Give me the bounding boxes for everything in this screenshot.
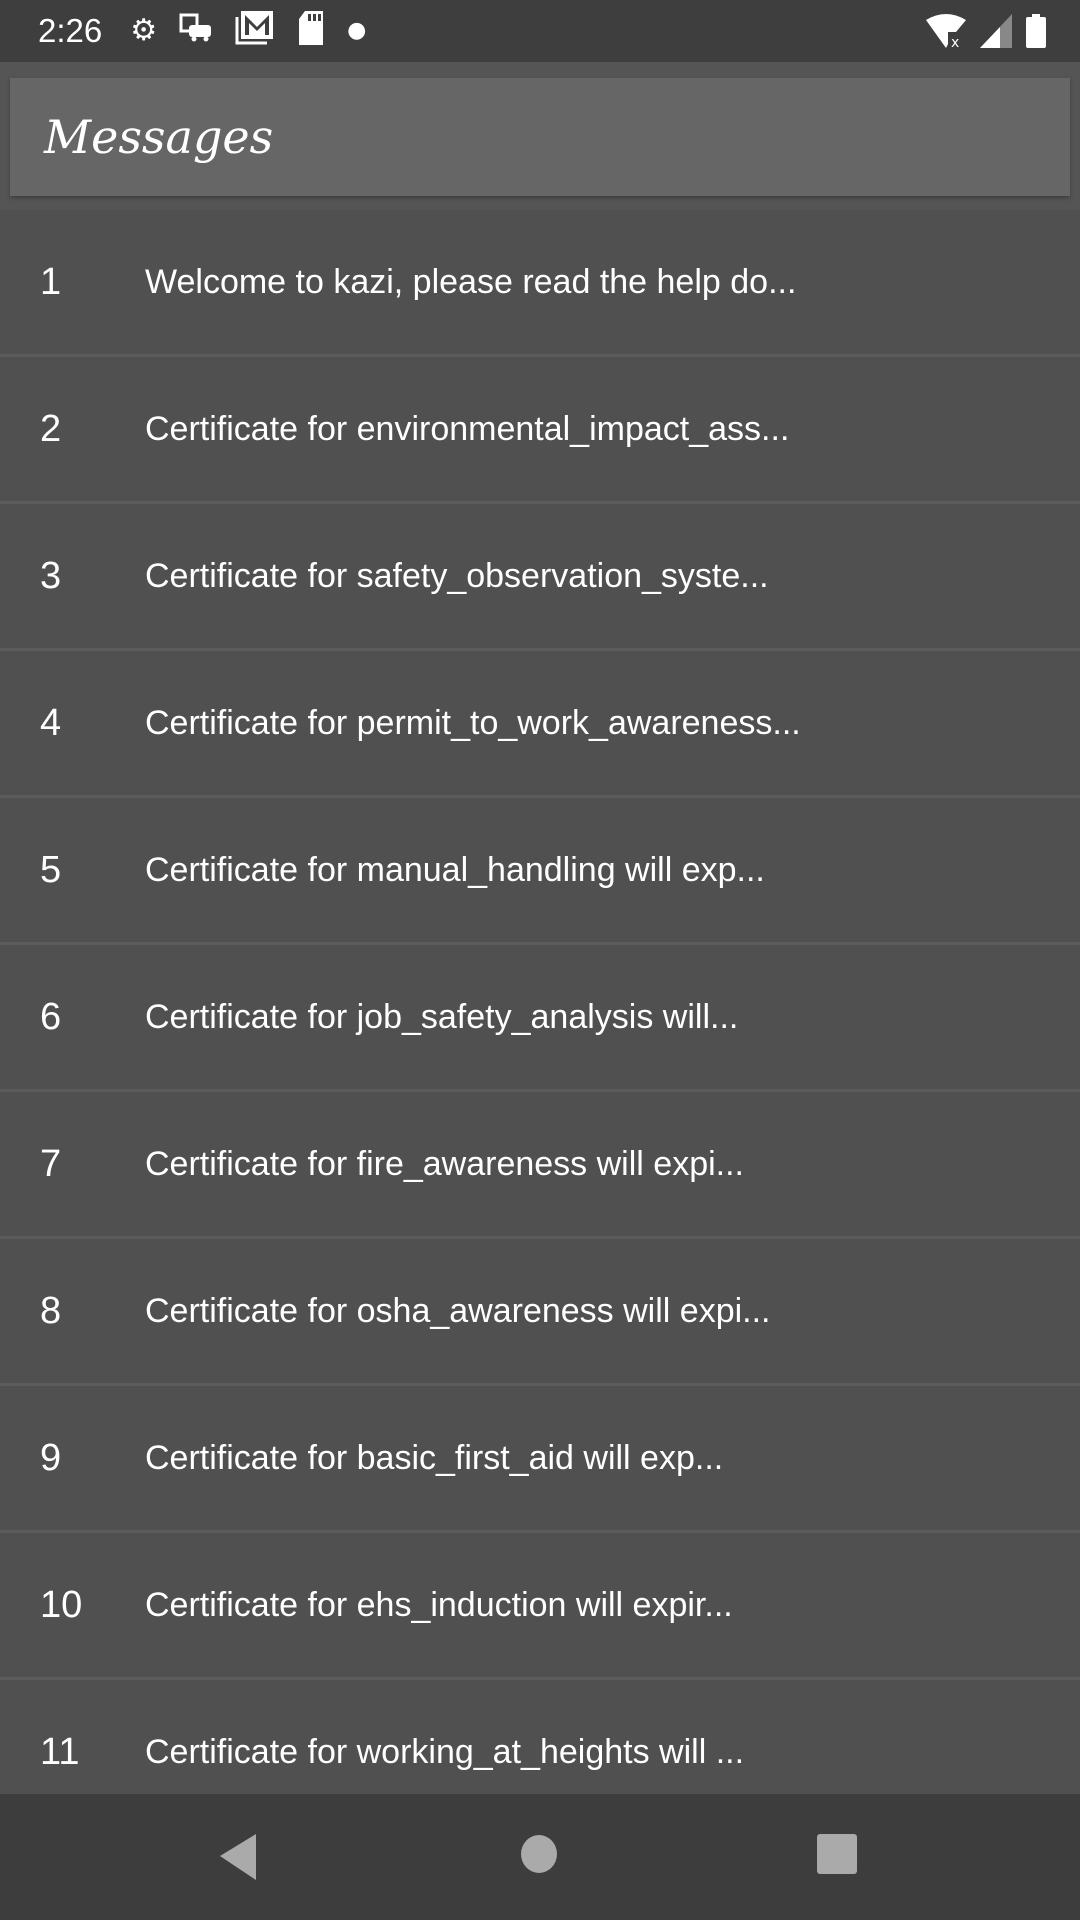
message-text: Certificate for ehs_induction will expir… xyxy=(145,1585,733,1624)
message-row[interactable]: 7 Certificate for fire_awareness will exp… xyxy=(0,1092,1080,1239)
svg-text:x: x xyxy=(951,35,959,48)
message-row[interactable]: 2 Certificate for environmental_impact_as… xyxy=(0,357,1080,504)
message-text: Certificate for safety_observation_syste… xyxy=(145,556,769,595)
status-bar: 2:26 ⚙ ● x xyxy=(0,0,1080,62)
message-row[interactable]: 8 Certificate for osha_awareness will exp… xyxy=(0,1239,1080,1386)
message-row[interactable]: 5 Certificate for manual_handling will ex… xyxy=(0,798,1080,945)
message-text: Certificate for manual_handling will exp… xyxy=(145,850,765,889)
message-row[interactable]: 1 Welcome to kazi, please read the help d… xyxy=(0,210,1080,357)
message-text: Certificate for permit_to_work_awareness… xyxy=(145,703,801,742)
sd-card-icon xyxy=(297,11,325,51)
message-text: Certificate for working_at_heights will … xyxy=(145,1732,745,1771)
message-row[interactable]: 10 Certificate for ehs_induction will exp… xyxy=(0,1533,1080,1680)
wifi-no-internet-icon: x xyxy=(926,14,966,48)
message-index: 3 xyxy=(40,554,62,597)
message-index: 1 xyxy=(40,260,62,303)
status-time: 2:26 xyxy=(38,12,103,49)
message-row[interactable]: 3 Certificate for safety_observation_syst… xyxy=(0,504,1080,651)
navigation-bar xyxy=(0,1794,1080,1920)
message-index: 8 xyxy=(40,1289,62,1332)
settings-icon: ⚙ xyxy=(130,13,158,48)
message-text: Certificate for fire_awareness will expi… xyxy=(145,1144,745,1183)
car-icon xyxy=(179,13,213,49)
message-index: 5 xyxy=(40,848,62,891)
message-text: Certificate for basic_first_aid will exp… xyxy=(145,1438,724,1477)
message-text: Certificate for environmental_impact_ass… xyxy=(145,409,790,448)
message-index: 10 xyxy=(40,1583,83,1626)
message-row[interactable]: 6 Certificate for job_safety_analysis wil… xyxy=(0,945,1080,1092)
message-text: Welcome to kazi, please read the help do… xyxy=(145,262,797,301)
battery-icon xyxy=(1026,14,1046,48)
message-text: Certificate for job_safety_analysis will… xyxy=(145,997,739,1036)
message-row[interactable]: 4 Certificate for permit_to_work_awarenes… xyxy=(0,651,1080,798)
message-index: 6 xyxy=(40,995,62,1038)
page-title: Messages xyxy=(44,110,274,164)
recents-icon[interactable] xyxy=(817,1834,857,1876)
gmail-icon xyxy=(235,11,275,51)
message-row[interactable]: 9 Certificate for basic_first_aid will ex… xyxy=(0,1386,1080,1533)
message-index: 2 xyxy=(40,407,62,450)
message-index: 9 xyxy=(40,1436,62,1479)
message-index: 11 xyxy=(40,1730,80,1773)
back-icon[interactable] xyxy=(218,1834,258,1880)
signal-icon xyxy=(980,14,1012,48)
message-index: 7 xyxy=(40,1142,62,1185)
dot-icon: ● xyxy=(347,18,367,43)
app-bar: Messages xyxy=(0,62,1080,210)
home-icon[interactable] xyxy=(520,1834,558,1874)
message-index: 4 xyxy=(40,701,62,744)
message-text: Certificate for osha_awareness will expi… xyxy=(145,1291,771,1330)
message-list[interactable]: 1 Welcome to kazi, please read the help d… xyxy=(0,210,1080,1827)
header-card: Messages xyxy=(10,78,1070,196)
